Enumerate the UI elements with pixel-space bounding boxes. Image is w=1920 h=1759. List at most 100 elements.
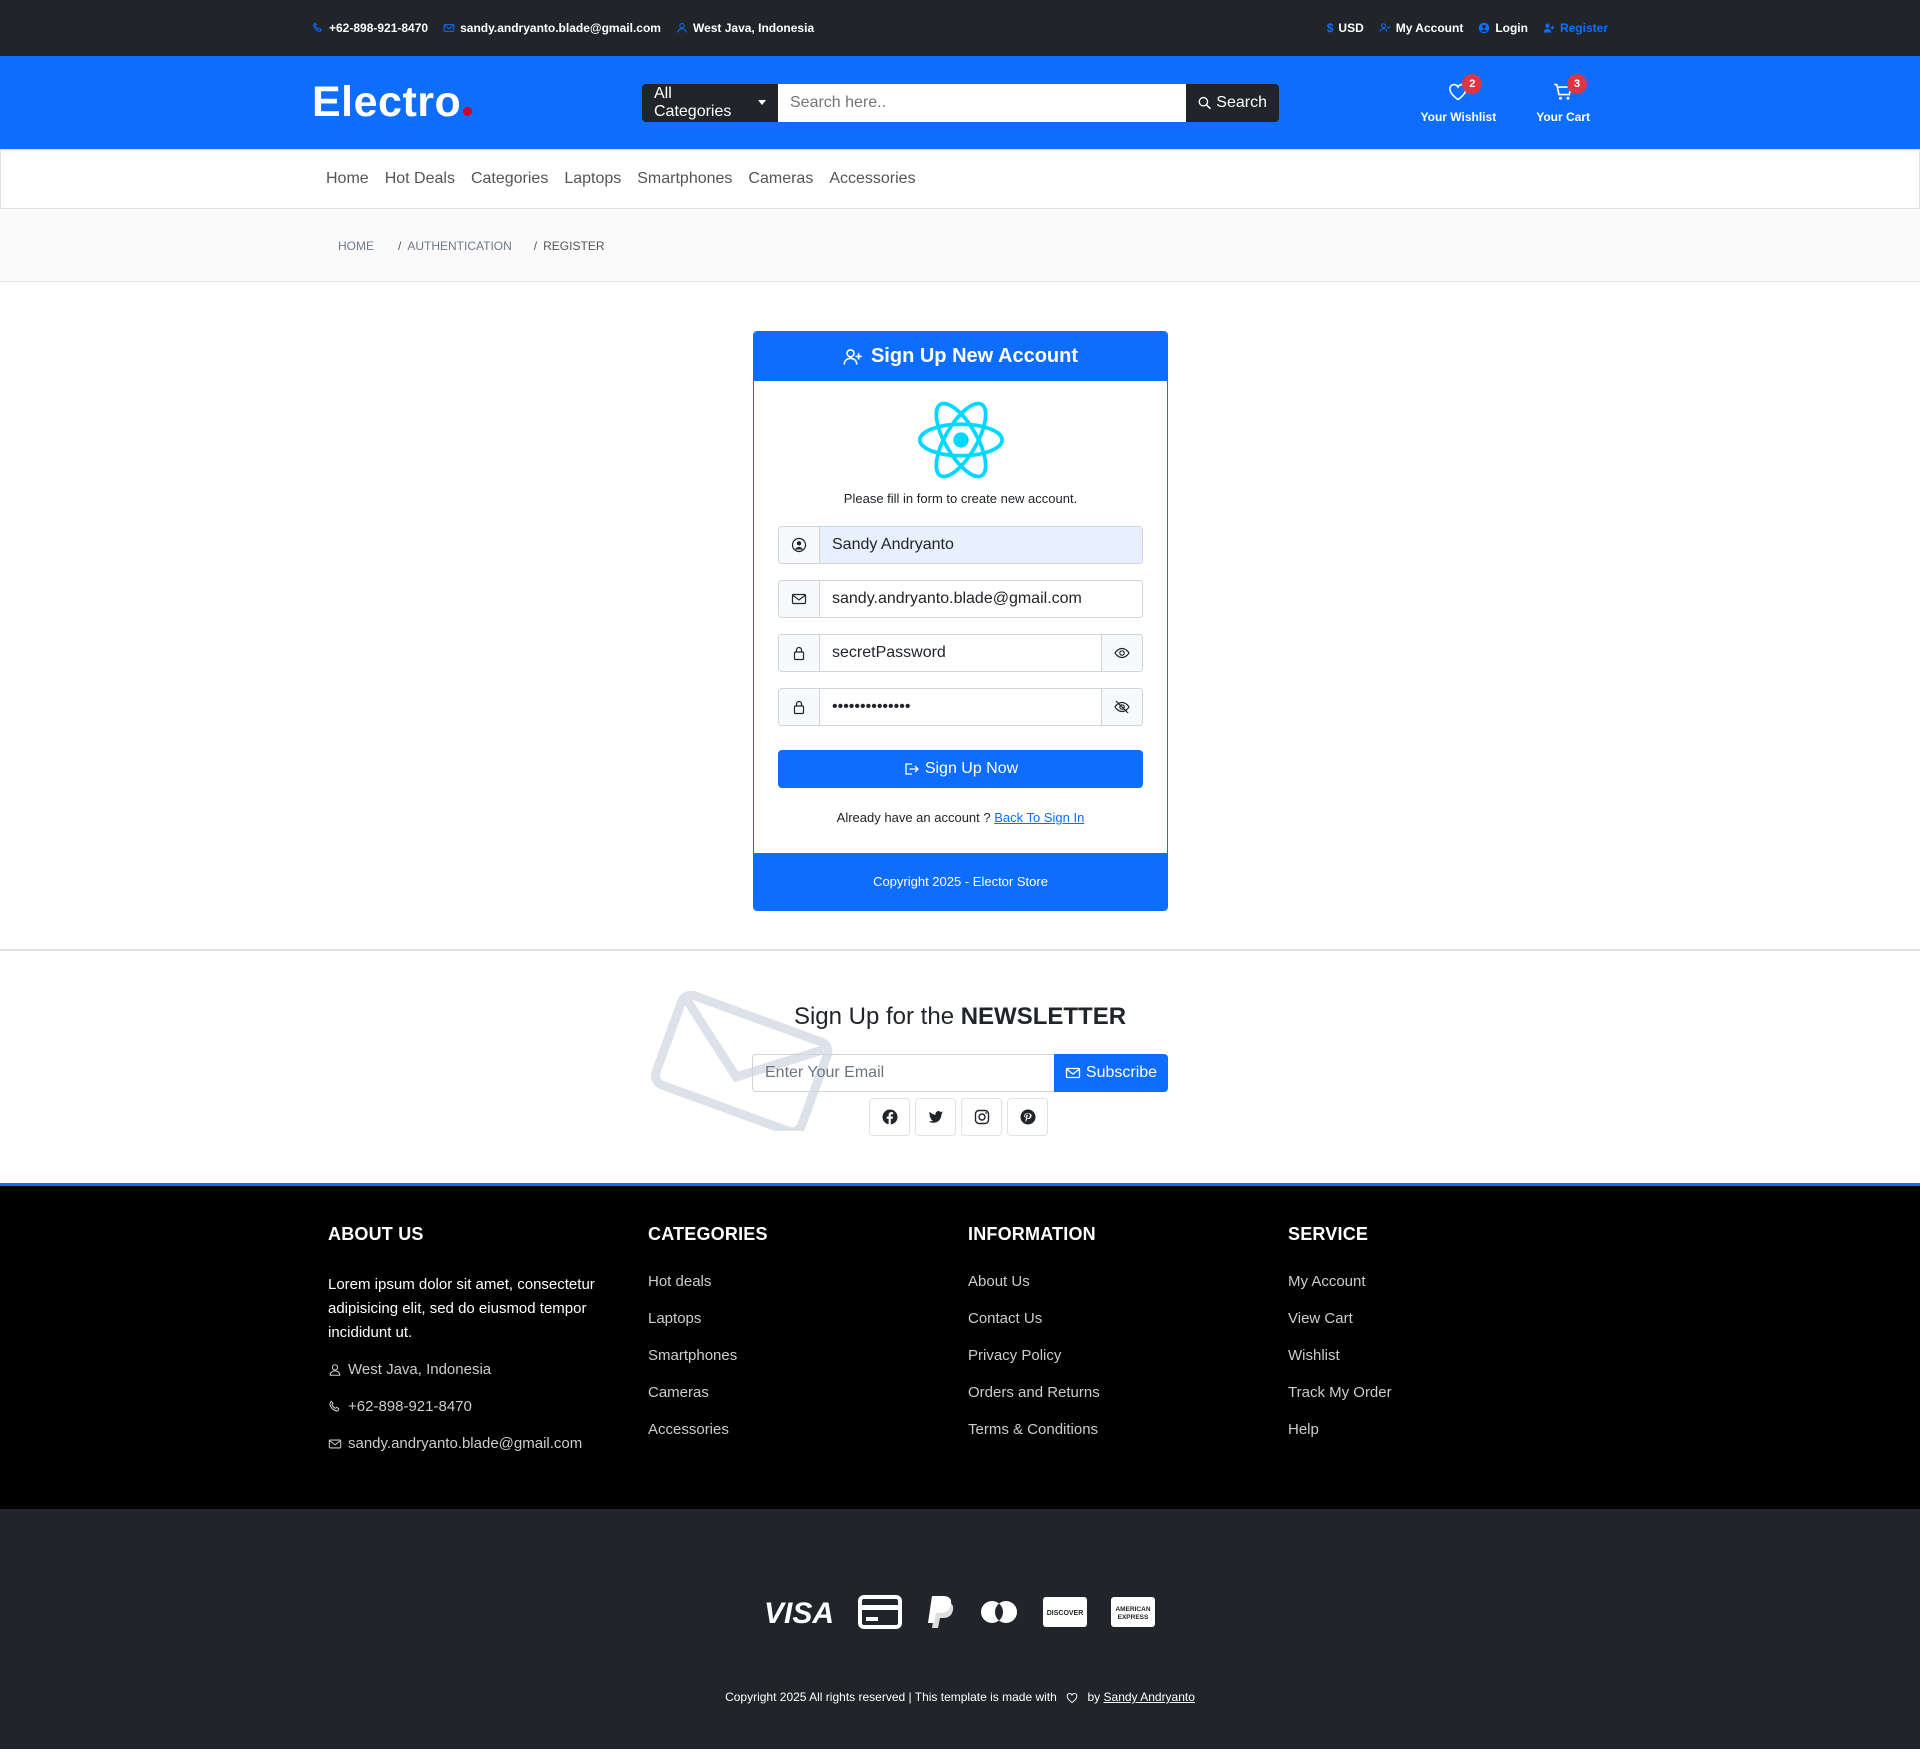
nav-item-hot-deals[interactable]: Hot Deals xyxy=(377,170,463,188)
footer-link-my-account[interactable]: My Account xyxy=(1288,1273,1608,1290)
subscribe-button-label: Subscribe xyxy=(1085,1064,1158,1081)
eye-slash-icon xyxy=(1114,700,1130,714)
topbar-phone[interactable]: +62-898-921-8470 xyxy=(312,21,428,35)
name-input[interactable]: Sandy Andryanto xyxy=(820,527,1142,563)
already-account-text: Already have an account ? Back To Sign I… xyxy=(837,810,1085,825)
nav-item-accessories[interactable]: Accessories xyxy=(821,170,923,188)
footer-link-contact-us[interactable]: Contact Us xyxy=(968,1310,1288,1327)
footer-link-track-order[interactable]: Track My Order xyxy=(1288,1384,1608,1401)
topbar-location[interactable]: West Java, Indonesia xyxy=(676,21,814,35)
copyright-text: Copyright 2025 All rights reserved | Thi… xyxy=(0,1690,1920,1704)
react-logo-icon xyxy=(917,401,1004,479)
register-link[interactable]: Register xyxy=(1543,21,1608,35)
topbar-email[interactable]: sandy.andryanto.blade@gmail.com xyxy=(443,21,661,35)
breadcrumb-separator: / xyxy=(533,238,538,253)
footer-categories-heading: CATEGORIES xyxy=(648,1224,768,1244)
site-logo[interactable]: Electro xyxy=(312,78,642,127)
newsletter-title-strong: NEWSLETTER xyxy=(960,1003,1127,1030)
currency-selector[interactable]: $ USD xyxy=(1327,21,1364,35)
instagram-icon xyxy=(974,1109,989,1125)
eye-icon xyxy=(1114,647,1130,659)
signup-intro: Please fill in form to create new accoun… xyxy=(843,491,1078,506)
footer-phone[interactable]: +62-898-921-8470 xyxy=(328,1398,648,1415)
confirm-password-toggle[interactable] xyxy=(1101,689,1142,725)
footer-link-view-cart[interactable]: View Cart xyxy=(1288,1310,1608,1327)
footer-link-cameras[interactable]: Cameras xyxy=(648,1384,968,1401)
nav-item-laptops[interactable]: Laptops xyxy=(556,170,629,188)
social-links xyxy=(869,1098,1048,1136)
logo-text: Electro xyxy=(312,78,462,126)
newsletter-email-input[interactable]: Enter Your Email xyxy=(752,1054,1054,1092)
lock-icon xyxy=(793,646,805,661)
pinterest-link[interactable] xyxy=(1007,1098,1048,1136)
nav-item-home[interactable]: Home xyxy=(318,170,377,188)
envelope-icon xyxy=(328,1439,342,1448)
amex-icon: AMERICAN EXPRESS xyxy=(1110,1594,1156,1630)
footer-link-hot-deals[interactable]: Hot deals xyxy=(648,1273,968,1290)
user-plus-icon xyxy=(843,348,862,365)
footer-about-text: Lorem ipsum dolor sit amet, consectetur … xyxy=(328,1276,595,1341)
topbar-email-text: sandy.andryanto.blade@gmail.com xyxy=(460,21,661,35)
caret-down-icon xyxy=(758,100,766,105)
heart-icon xyxy=(1066,1692,1078,1703)
confirm-password-input[interactable]: •••••••••••••• xyxy=(820,689,1101,725)
footer-link-smartphones[interactable]: Smartphones xyxy=(648,1347,968,1364)
footer-link-terms[interactable]: Terms & Conditions xyxy=(968,1421,1288,1438)
wishlist-count-badge: 2 xyxy=(1462,73,1483,94)
main-header: Electro All Categories Search 2 Your Wis… xyxy=(0,56,1920,149)
footer-link-wishlist[interactable]: Wishlist xyxy=(1288,1347,1608,1364)
user-circle-icon xyxy=(791,537,807,553)
instagram-link[interactable] xyxy=(961,1098,1002,1136)
user-check-icon xyxy=(1379,23,1391,32)
search-button-label: Search xyxy=(1216,93,1267,111)
footer-link-help[interactable]: Help xyxy=(1288,1421,1608,1438)
signup-title: Sign Up New Account xyxy=(870,345,1079,367)
footer-service-column: SERVICE My Account View Cart Wishlist Tr… xyxy=(1288,1224,1608,1472)
register-text: Register xyxy=(1559,21,1608,35)
footer-link-laptops[interactable]: Laptops xyxy=(648,1310,968,1327)
author-link[interactable]: Sandy Andryanto xyxy=(1104,1690,1195,1704)
footer-link-accessories[interactable]: Accessories xyxy=(648,1421,968,1438)
newsletter-title: Sign Up for the NEWSLETTER xyxy=(0,1003,1920,1031)
password-toggle[interactable] xyxy=(1101,635,1142,671)
back-to-sign-in-link[interactable]: Back To Sign In xyxy=(994,810,1084,825)
search-input[interactable] xyxy=(778,83,1186,122)
search-button[interactable]: Search xyxy=(1186,83,1279,122)
newsletter-section: Sign Up for the NEWSLETTER Enter Your Em… xyxy=(0,951,1920,1186)
nav-item-cameras[interactable]: Cameras xyxy=(740,170,821,188)
twitter-icon xyxy=(928,1111,943,1123)
svg-text:AMERICAN: AMERICAN xyxy=(1115,1606,1150,1613)
facebook-link[interactable] xyxy=(869,1098,910,1136)
breadcrumb-home[interactable]: HOME xyxy=(338,239,374,253)
footer-service-heading: SERVICE xyxy=(1288,1224,1369,1244)
wishlist-link[interactable]: 2 Your Wishlist xyxy=(1421,73,1496,124)
footer-link-about-us[interactable]: About Us xyxy=(968,1273,1288,1290)
email-field: sandy.andryanto.blade@gmail.com xyxy=(778,580,1143,618)
category-dropdown[interactable]: All Categories xyxy=(642,83,778,122)
my-account-link[interactable]: My Account xyxy=(1379,21,1463,35)
confirm-password-field: •••••••••••••• xyxy=(778,688,1143,726)
footer-email[interactable]: sandy.andryanto.blade@gmail.com xyxy=(328,1435,648,1452)
breadcrumb-authentication[interactable]: AUTHENTICATION xyxy=(407,239,511,253)
nav-item-smartphones[interactable]: Smartphones xyxy=(629,170,740,188)
footer-information-column: INFORMATION About Us Contact Us Privacy … xyxy=(968,1224,1288,1472)
footer-link-orders-returns[interactable]: Orders and Returns xyxy=(968,1384,1288,1401)
password-input[interactable]: secretPassword xyxy=(820,635,1101,671)
sign-up-button[interactable]: Sign Up Now xyxy=(778,750,1143,788)
twitter-link[interactable] xyxy=(915,1098,956,1136)
email-input[interactable]: sandy.andryanto.blade@gmail.com xyxy=(820,581,1142,617)
person-icon xyxy=(677,23,687,33)
already-account-label: Already have an account ? xyxy=(836,810,991,825)
footer-link-privacy-policy[interactable]: Privacy Policy xyxy=(968,1347,1288,1364)
lock-icon xyxy=(793,700,805,715)
dollar-icon: $ xyxy=(1326,21,1334,35)
cart-link[interactable]: 3 Your Cart xyxy=(1536,73,1590,124)
svg-text:VISA: VISA xyxy=(764,1597,834,1627)
login-link[interactable]: Login xyxy=(1478,21,1528,35)
signup-card-footer: Copyright 2025 - Elector Store xyxy=(754,853,1167,910)
main-content: Sign Up New Account Please fill in form … xyxy=(0,282,1920,951)
subscribe-button[interactable]: Subscribe xyxy=(1054,1054,1168,1092)
user-plus-icon xyxy=(1543,23,1555,33)
nav-item-categories[interactable]: Categories xyxy=(463,170,556,188)
search-icon xyxy=(1198,96,1211,109)
